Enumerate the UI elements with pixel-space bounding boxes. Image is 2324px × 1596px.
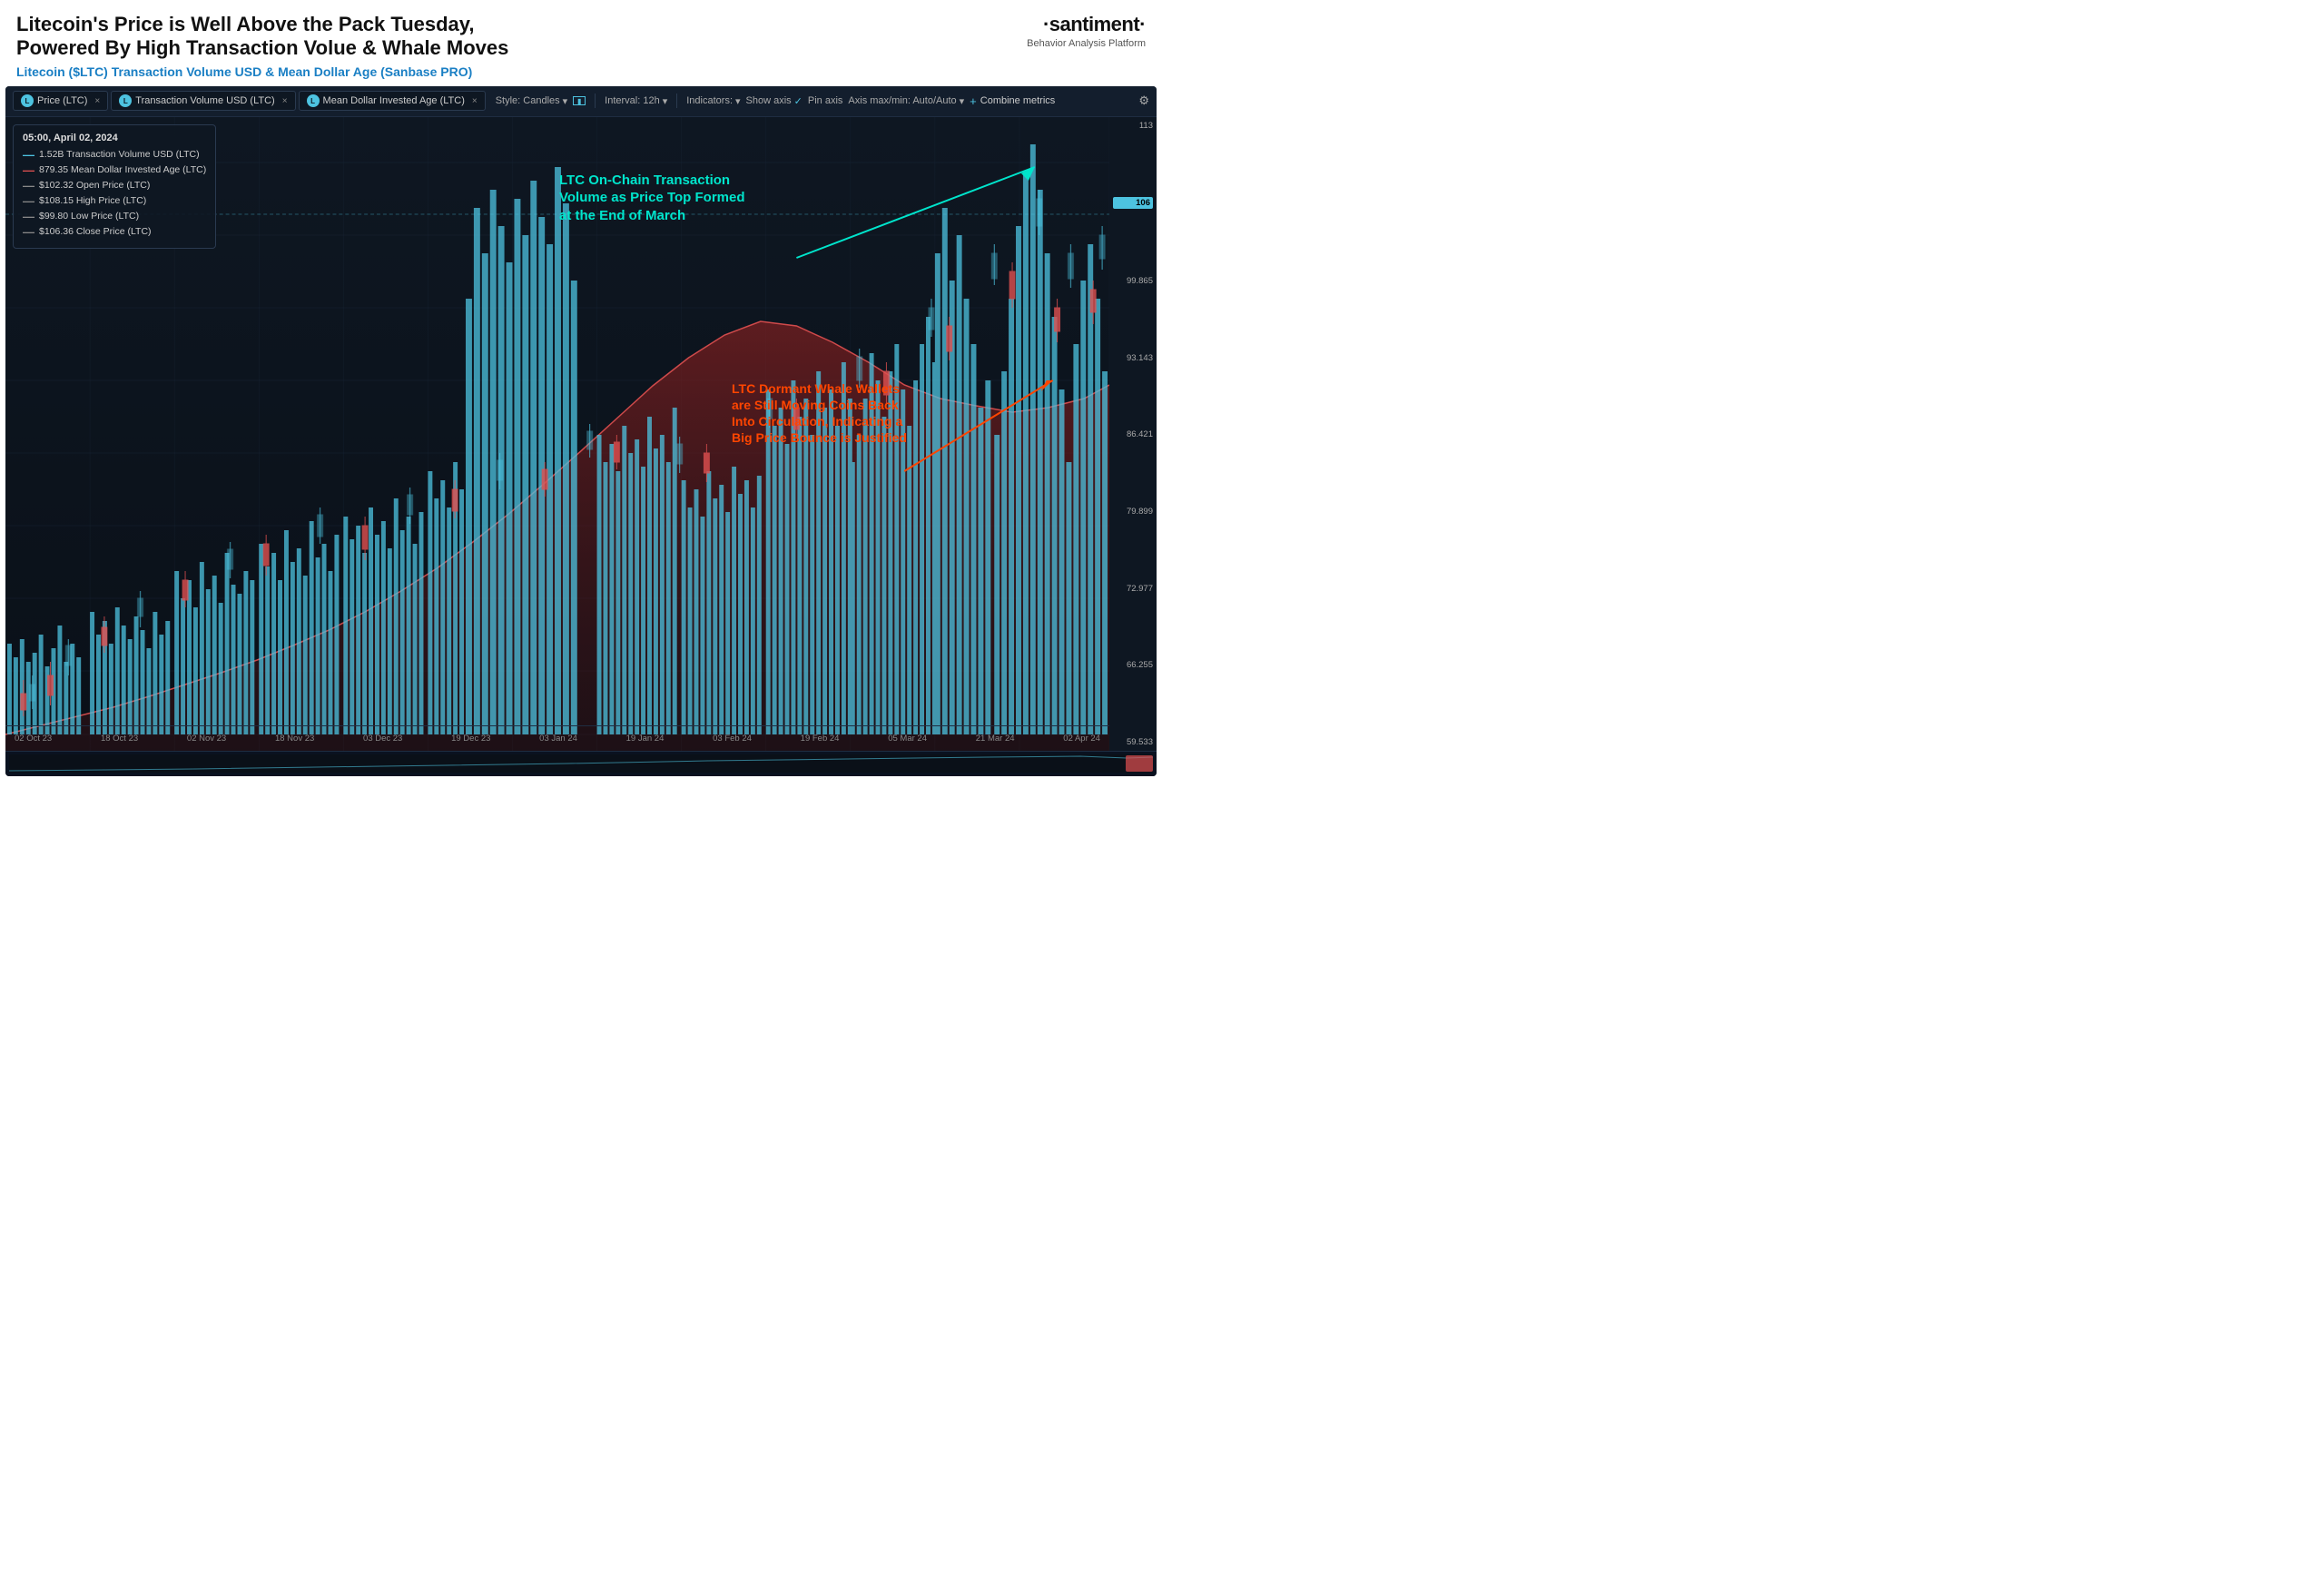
show-axis-label: Show axis: [746, 95, 792, 106]
settings-icon[interactable]: ⚙: [1138, 94, 1149, 108]
logo: ·santiment·: [1043, 13, 1146, 36]
legend-text-6: $106.36 Close Price (LTC): [39, 226, 152, 237]
header-subtitle: Litecoin ($LTC) Transaction Volume USD &…: [16, 64, 508, 79]
header: Litecoin's Price is Well Above the Pack …: [0, 0, 1162, 86]
price-label-113: 113: [1113, 121, 1153, 131]
time-axis: 02 Oct 23 18 Oct 23 02 Nov 23 18 Nov 23 …: [5, 725, 1109, 751]
tab-price-label: Price (LTC): [37, 95, 87, 106]
show-axis-control[interactable]: Show axis ✓: [746, 95, 803, 107]
time-label-dec03: 03 Dec 23: [363, 734, 402, 744]
header-text: Litecoin's Price is Well Above the Pack …: [16, 13, 508, 79]
style-control[interactable]: Style: Candles ▾: [496, 95, 567, 107]
axis-maxmin-label: Axis max/min: Auto/Auto: [848, 95, 956, 106]
tab-volume-close[interactable]: ×: [282, 96, 288, 106]
pin-axis-label: Pin axis: [808, 95, 843, 106]
tab-age-label: Mean Dollar Invested Age (LTC): [323, 95, 465, 106]
combine-plus-icon: +: [970, 94, 977, 108]
price-label-79: 79.899: [1113, 507, 1153, 517]
combine-label: Combine metrics: [980, 95, 1056, 106]
indicators-dropdown-icon: ▾: [735, 95, 741, 107]
legend-row-5: — $99.80 Low Price (LTC): [23, 210, 206, 223]
legend-color-2: —: [23, 163, 34, 177]
combine-metrics-button[interactable]: + Combine metrics: [970, 94, 1055, 108]
legend-row-6: — $106.36 Close Price (LTC): [23, 225, 206, 239]
page-title: Litecoin's Price is Well Above the Pack …: [16, 13, 508, 61]
legend-box: 05:00, April 02, 2024 — 1.52B Transactio…: [13, 124, 216, 249]
indicators-control[interactable]: Indicators: ▾: [686, 95, 740, 107]
time-label-dec19: 19 Dec 23: [451, 734, 490, 744]
tab-price-close[interactable]: ×: [94, 96, 100, 106]
candle-icon: ▮: [573, 96, 586, 105]
logo-area: ·santiment· Behavior Analysis Platform: [1000, 13, 1146, 49]
tab-age[interactable]: L Mean Dollar Invested Age (LTC) ×: [299, 91, 486, 111]
time-label-jan19: 19 Jan 24: [626, 734, 665, 744]
show-axis-check: ✓: [794, 95, 803, 107]
legend-color-4: —: [23, 194, 34, 208]
toolbar-controls: Style: Candles ▾ ▮ Interval: 12h ▾ Indic…: [496, 94, 1056, 108]
price-label-66: 66.255: [1113, 660, 1153, 670]
legend-row-4: — $108.15 High Price (LTC): [23, 194, 206, 208]
price-label-59: 59.533: [1113, 737, 1153, 747]
legend-date: 05:00, April 02, 2024: [23, 133, 206, 143]
legend-text-4: $108.15 High Price (LTC): [39, 195, 146, 206]
style-label: Style: Candles: [496, 95, 560, 106]
interval-control[interactable]: Interval: 12h ▾: [605, 95, 667, 107]
price-axis: 113 106 99.865 93.143 86.421 79.899 72.9…: [1109, 117, 1157, 751]
axis-maxmin-icon: ▾: [960, 95, 965, 107]
legend-color-6: —: [23, 225, 34, 239]
ltc-icon-volume: L: [119, 94, 132, 107]
divider1: [595, 94, 596, 108]
chart-area: LTC On-Chain TransactionVolume as Price …: [5, 117, 1157, 751]
legend-color-5: —: [23, 210, 34, 223]
axis-maxmin-control[interactable]: Axis max/min: Auto/Auto ▾: [848, 95, 964, 107]
time-label-jan03: 03 Jan 24: [539, 734, 577, 744]
legend-text-2: 879.35 Mean Dollar Invested Age (LTC): [39, 164, 206, 175]
time-label-oct18: 18 Oct 23: [101, 734, 138, 744]
minimap-highlight: [1126, 755, 1153, 772]
price-label-99: 99.865: [1113, 276, 1153, 286]
time-label-feb03: 03 Feb 24: [713, 734, 752, 744]
toolbar: L Price (LTC) × L Transaction Volume USD…: [5, 86, 1157, 117]
legend-color-1: —: [23, 148, 34, 162]
time-label-nov18: 18 Nov 23: [275, 734, 314, 744]
time-label-apr02: 02 Apr 24: [1063, 734, 1100, 744]
price-label-86: 86.421: [1113, 429, 1153, 439]
interval-label: Interval: 12h: [605, 95, 660, 106]
time-label-feb19: 19 Feb 24: [801, 734, 840, 744]
price-label-106: 106: [1113, 197, 1153, 209]
tab-price[interactable]: L Price (LTC) ×: [13, 91, 108, 111]
legend-color-3: —: [23, 179, 34, 192]
ltc-icon-price: L: [21, 94, 34, 107]
time-label-nov02: 02 Nov 23: [187, 734, 226, 744]
time-label-mar21: 21 Mar 24: [976, 734, 1015, 744]
legend-text-1: 1.52B Transaction Volume USD (LTC): [39, 149, 200, 160]
pin-axis-control[interactable]: Pin axis: [808, 95, 843, 106]
interval-dropdown-icon: ▾: [663, 95, 668, 107]
ltc-icon-age: L: [307, 94, 320, 107]
legend-row-1: — 1.52B Transaction Volume USD (LTC): [23, 148, 206, 162]
logo-tagline: Behavior Analysis Platform: [1027, 38, 1146, 49]
divider2: [676, 94, 677, 108]
legend-row-3: — $102.32 Open Price (LTC): [23, 179, 206, 192]
style-dropdown-icon: ▾: [563, 95, 568, 107]
time-label-mar05: 05 Mar 24: [888, 734, 927, 744]
time-label-oct02: 02 Oct 23: [15, 734, 52, 744]
price-label-93: 93.143: [1113, 353, 1153, 363]
indicators-label: Indicators:: [686, 95, 733, 106]
legend-row-2: — 879.35 Mean Dollar Invested Age (LTC): [23, 163, 206, 177]
tab-age-close[interactable]: ×: [472, 96, 478, 106]
legend-text-3: $102.32 Open Price (LTC): [39, 180, 150, 191]
tab-volume-label: Transaction Volume USD (LTC): [135, 95, 274, 106]
legend-text-5: $99.80 Low Price (LTC): [39, 211, 139, 222]
minimap-svg: [9, 754, 1153, 773]
chart-container: L Price (LTC) × L Transaction Volume USD…: [5, 86, 1157, 776]
price-label-72: 72.977: [1113, 584, 1153, 594]
tab-volume[interactable]: L Transaction Volume USD (LTC) ×: [111, 91, 295, 111]
minimap: [5, 751, 1157, 776]
